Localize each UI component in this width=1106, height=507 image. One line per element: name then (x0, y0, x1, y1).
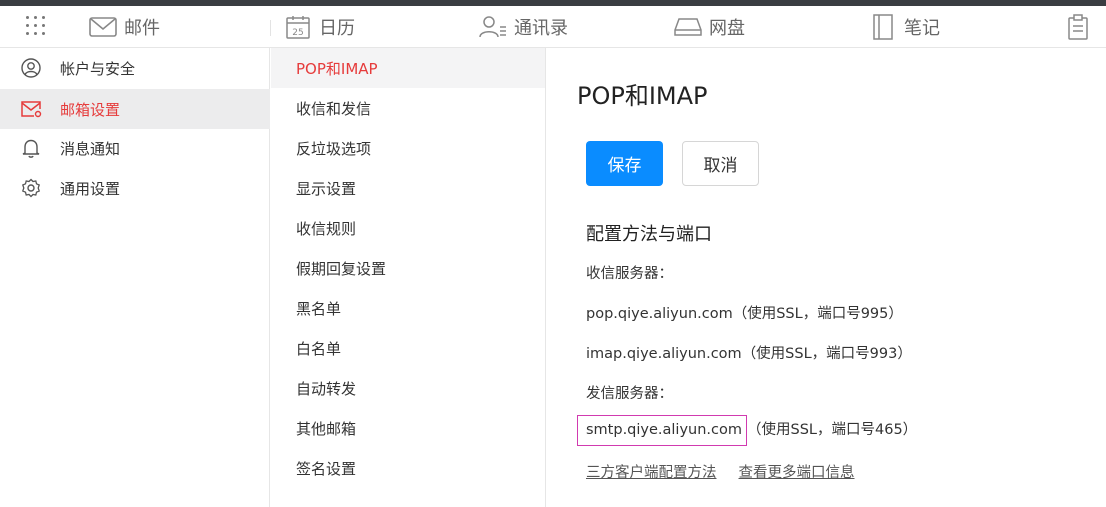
cancel-button[interactable]: 取消 (682, 141, 759, 186)
submenu-item-label: 显示设置 (296, 179, 357, 198)
sidebar-item-label: 消息通知 (60, 139, 121, 158)
outgoing-server-label: 发信服务器： (586, 386, 673, 402)
pop-server-line: pop.qiye.aliyun.com（使用SSL，端口号995） (586, 302, 903, 323)
sidebar-item-label: 帐户与安全 (60, 59, 136, 78)
pop-note: （使用SSL，端口号995） (732, 306, 903, 322)
smtp-server-line: smtp.qiye.aliyun.com （使用SSL，端口号465） (577, 415, 918, 446)
help-links: 三方客户端配置方法 查看更多端口信息 (586, 461, 877, 482)
smtp-host: smtp.qiye.aliyun.com (577, 415, 748, 446)
nav-mail-label: 邮件 (124, 18, 160, 39)
nav-disk[interactable]: 网盘 (673, 6, 745, 48)
incoming-server-label: 收信服务器： (586, 266, 673, 282)
submenu-item-label: 假期回复设置 (296, 259, 387, 278)
submenu-item-auto-forward[interactable]: 自动转发 (271, 368, 545, 408)
save-button[interactable]: 保存 (586, 141, 663, 186)
nav-contacts-label: 通讯录 (514, 18, 568, 39)
nav-mail[interactable]: 邮件 (88, 6, 160, 48)
submenu-item-display[interactable]: 显示设置 (271, 168, 545, 208)
submenu-item-label: POP和IMAP (296, 59, 378, 78)
notes-icon (868, 14, 898, 40)
imap-host: imap.qiye.aliyun.com (586, 346, 742, 362)
submenu-item-whitelist[interactable]: 白名单 (271, 328, 545, 368)
client-config-link[interactable]: 三方客户端配置方法 (586, 465, 717, 481)
submenu-item-send-receive[interactable]: 收信和发信 (271, 88, 545, 128)
bell-icon (20, 138, 42, 158)
sidebar-item-mailbox-settings[interactable]: 邮箱设置 (0, 89, 270, 129)
nav-calendar-label: 日历 (319, 18, 355, 39)
sidebar-item-label: 邮箱设置 (60, 100, 121, 119)
gear-icon (20, 178, 42, 198)
submenu-item-other-mailbox[interactable]: 其他邮箱 (271, 408, 545, 448)
pop-host: pop.qiye.aliyun.com (586, 306, 733, 322)
contacts-icon (478, 14, 508, 40)
nav-calendar[interactable]: 25 日历 (283, 6, 355, 48)
submenu-item-label: 自动转发 (296, 379, 357, 398)
settings-sidebar: 帐户与安全 邮箱设置 消息通知 通用设置 (0, 48, 270, 507)
sidebar-item-account-security[interactable]: 帐户与安全 (0, 48, 270, 88)
nav-divider (270, 20, 271, 36)
submenu-item-label: 收信规则 (296, 219, 357, 238)
nav-disk-label: 网盘 (709, 18, 745, 39)
top-navigation-bar: 邮件 25 日历 通讯录 网盘 笔记 (0, 6, 1106, 48)
svg-text:25: 25 (292, 28, 303, 38)
mail-settings-submenu: POP和IMAP 收信和发信 反垃圾选项 显示设置 收信规则 假期回复设置 黑名… (271, 48, 546, 507)
submenu-item-vacation-reply[interactable]: 假期回复设置 (271, 248, 545, 288)
submenu-item-label: 其他邮箱 (296, 419, 357, 438)
nav-notes[interactable]: 笔记 (868, 6, 940, 48)
submenu-item-label: 收信和发信 (296, 99, 372, 118)
submenu-item-blacklist[interactable]: 黑名单 (271, 288, 545, 328)
disk-icon (673, 14, 703, 40)
submenu-item-label: 黑名单 (296, 299, 342, 318)
nav-contacts[interactable]: 通讯录 (478, 6, 568, 48)
sidebar-item-label: 通用设置 (60, 179, 121, 198)
user-icon (20, 58, 42, 78)
submenu-item-rules[interactable]: 收信规则 (271, 208, 545, 248)
submenu-item-label: 反垃圾选项 (296, 139, 372, 158)
smtp-note: （使用SSL，端口号465） (747, 422, 918, 438)
nav-notes-label: 笔记 (904, 18, 940, 39)
imap-server-line: imap.qiye.aliyun.com（使用SSL，端口号993） (586, 342, 912, 363)
mail-icon (88, 14, 118, 40)
nav-clipboard[interactable] (1063, 6, 1099, 48)
submenu-item-anti-spam[interactable]: 反垃圾选项 (271, 128, 545, 168)
more-ports-link[interactable]: 查看更多端口信息 (739, 465, 855, 481)
pop-imap-panel: POP和IMAP 保存 取消 配置方法与端口 收信服务器： pop.qiye.a… (547, 48, 1106, 507)
sidebar-item-general-settings[interactable]: 通用设置 (0, 168, 270, 208)
mail-settings-icon (20, 99, 42, 119)
submenu-item-signature[interactable]: 签名设置 (271, 448, 545, 488)
page-title: POP和IMAP (577, 82, 708, 110)
clipboard-icon (1063, 14, 1093, 40)
submenu-item-label: 签名设置 (296, 459, 357, 478)
imap-note: （使用SSL，端口号993） (741, 346, 912, 362)
apps-grid-icon[interactable] (26, 16, 48, 38)
submenu-item-pop-imap[interactable]: POP和IMAP (271, 48, 545, 88)
calendar-icon: 25 (283, 14, 313, 40)
section-title: 配置方法与端口 (586, 224, 712, 245)
sidebar-item-notifications[interactable]: 消息通知 (0, 128, 270, 168)
submenu-item-label: 白名单 (296, 339, 342, 358)
